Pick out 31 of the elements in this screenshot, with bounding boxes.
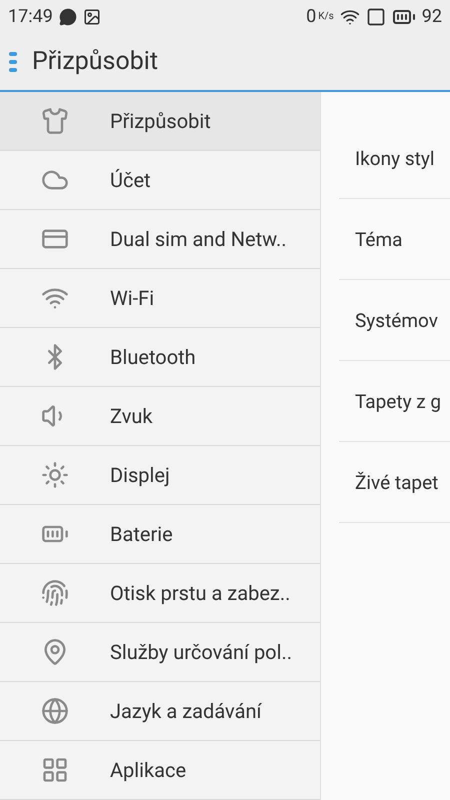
option-label[interactable]: Téma (339, 228, 402, 250)
page-title: Přizpůsobit (32, 47, 158, 76)
option-label[interactable]: Živé tapet (339, 470, 438, 494)
image-icon (82, 8, 101, 26)
battery-percent: 92 (422, 6, 442, 27)
network-speed: 0 (306, 6, 316, 27)
item-label: Služby určování pol.. (110, 640, 292, 664)
item-label: Přizpůsobit (110, 109, 211, 133)
option-label[interactable]: Tapety z g (339, 390, 442, 412)
option-label[interactable]: Ikony styl (339, 146, 434, 170)
item-label: Účet (110, 168, 151, 192)
option-label[interactable]: Systémov (339, 308, 438, 332)
item-label: Displej (110, 463, 170, 487)
item-label: Dual sim and Netw.. (110, 227, 286, 251)
item-label: Aplikace (110, 758, 186, 782)
grid-icon (41, 756, 69, 784)
fingerprint-icon (41, 579, 69, 607)
shirt-icon (41, 107, 69, 135)
menu-icon[interactable] (8, 50, 18, 72)
status-time: 17:49 (8, 6, 53, 27)
item-label: Bluetooth (110, 345, 196, 369)
item-label: Baterie (110, 522, 173, 546)
item-label: Wi-Fi (110, 286, 154, 310)
item-label: Jazyk a zadávání (110, 699, 262, 723)
item-label: Otisk prstu a zabez.. (110, 581, 290, 605)
globe-icon (41, 697, 69, 725)
message-icon (58, 8, 77, 26)
item-label: Zvuk (110, 404, 153, 428)
sun-icon (41, 461, 69, 489)
speed-unit: K/s (318, 11, 334, 22)
settings-item[interactable]: Přizpůsobit (0, 92, 320, 151)
